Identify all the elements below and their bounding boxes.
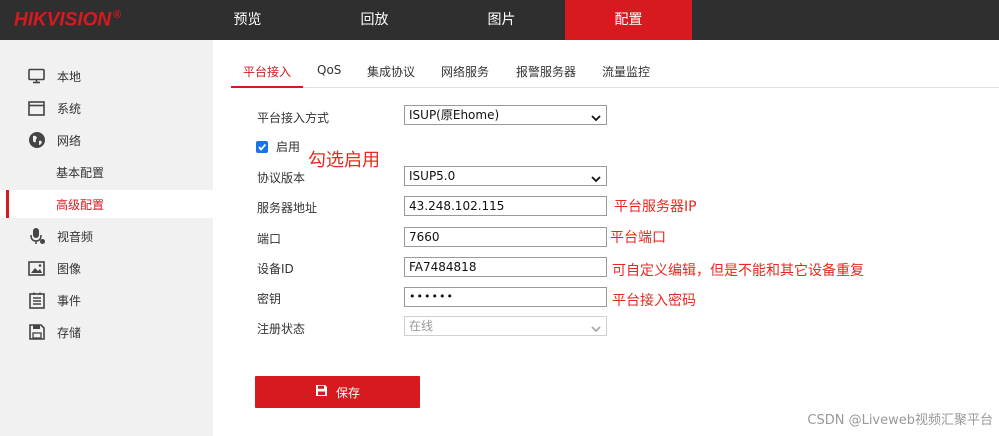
- annotation-enable: 勾选启用: [308, 150, 380, 171]
- sidebar-item-label: 本地: [57, 69, 82, 84]
- sidebar-item-storage[interactable]: 存储: [0, 318, 213, 346]
- port-input[interactable]: 7660: [404, 227, 607, 247]
- top-bar: HIKVISION ® 预览 回放 图片 配置: [0, 0, 999, 40]
- nav-picture[interactable]: 图片: [438, 0, 565, 40]
- sidebar-item-image[interactable]: 图像: [0, 254, 213, 282]
- annotation-server: 平台服务器IP: [614, 199, 697, 215]
- sidebar-item-label: 高级配置: [56, 197, 105, 212]
- register-status-value: 在线: [409, 319, 434, 333]
- save-button[interactable]: 保存: [255, 376, 420, 408]
- annotation-port: 平台端口: [610, 230, 666, 246]
- access-mode-value: ISUP(原Ehome): [409, 108, 500, 122]
- sidebar-item-label: 事件: [57, 293, 82, 308]
- globe-icon: [27, 131, 46, 150]
- save-button-label: 保存: [335, 385, 360, 400]
- tab-qos[interactable]: QoS: [317, 63, 341, 77]
- sidebar-item-label: 网络: [57, 133, 82, 148]
- nav-playback[interactable]: 回放: [311, 0, 438, 40]
- save-icon: [315, 384, 328, 400]
- device-id-label: 设备ID: [257, 262, 294, 276]
- sidebar-item-system[interactable]: 系统: [0, 94, 213, 122]
- access-mode-select[interactable]: ISUP(原Ehome): [404, 105, 607, 125]
- nav-configuration[interactable]: 配置: [565, 0, 692, 40]
- tab-platform-access[interactable]: 平台接入: [243, 63, 291, 80]
- mic-icon: [27, 227, 46, 246]
- sidebar-item-network[interactable]: 网络: [0, 126, 213, 154]
- list-icon: [27, 291, 46, 310]
- sidebar-item-label: 基本配置: [56, 165, 105, 180]
- protocol-version-label: 协议版本: [257, 171, 306, 185]
- sidebar-item-local[interactable]: 本地: [0, 62, 213, 90]
- annotation-device-id: 可自定义编辑，但是不能和其它设备重复: [612, 263, 864, 279]
- port-label: 端口: [257, 232, 282, 246]
- access-mode-label: 平台接入方式: [257, 111, 330, 125]
- sidebar-item-label: 图像: [57, 261, 82, 276]
- tab-alarm-server[interactable]: 报警服务器: [516, 63, 576, 80]
- sidebar-item-video-audio[interactable]: 视音频: [0, 222, 213, 250]
- server-address-label: 服务器地址: [257, 201, 318, 215]
- tab-traffic-monitor[interactable]: 流量监控: [602, 63, 650, 80]
- protocol-version-select[interactable]: ISUP5.0: [404, 166, 607, 186]
- save-disk-icon: [27, 323, 46, 342]
- register-status-select: 在线: [404, 316, 607, 336]
- key-label: 密钥: [257, 292, 282, 306]
- active-tab-indicator: [231, 86, 303, 88]
- chevron-down-icon: [591, 110, 601, 128]
- sidebar-item-label: 系统: [57, 101, 82, 116]
- tab-network-service[interactable]: 网络服务: [441, 63, 489, 80]
- sidebar: 本地 系统 网络 基本配置 高级配置 视音频 图像 事件 存储: [0, 40, 213, 436]
- register-status-label: 注册状态: [257, 322, 306, 336]
- config-tabs: 平台接入 QoS 集成协议 网络服务 报警服务器 流量监控: [231, 55, 999, 88]
- annotation-key: 平台接入密码: [612, 293, 696, 309]
- main-nav: 预览 回放 图片 配置: [184, 0, 692, 40]
- watermark: CSDN @Liveweb视频汇聚平台: [807, 413, 993, 428]
- sidebar-item-advanced-config[interactable]: 高级配置: [0, 190, 213, 218]
- hikvision-logo: HIKVISION ®: [14, 9, 122, 31]
- window-icon: [27, 99, 46, 118]
- enable-checkbox[interactable]: [256, 141, 268, 153]
- device-id-input[interactable]: FA7484818: [404, 257, 607, 277]
- sidebar-item-basic-config[interactable]: 基本配置: [0, 158, 213, 186]
- sidebar-item-label: 存储: [57, 325, 82, 340]
- key-password-input[interactable]: ••••••: [404, 287, 607, 307]
- protocol-version-value: ISUP5.0: [409, 169, 456, 183]
- image-icon: [27, 259, 46, 278]
- sidebar-item-label: 视音频: [57, 229, 94, 244]
- chevron-down-icon: [591, 171, 601, 189]
- enable-label: 启用: [276, 140, 301, 154]
- sidebar-item-event[interactable]: 事件: [0, 286, 213, 314]
- tab-integration-protocol[interactable]: 集成协议: [367, 63, 415, 80]
- server-address-input[interactable]: 43.248.102.115: [404, 196, 607, 216]
- chevron-down-icon: [591, 321, 601, 339]
- nav-preview[interactable]: 预览: [184, 0, 311, 40]
- monitor-icon: [27, 67, 46, 86]
